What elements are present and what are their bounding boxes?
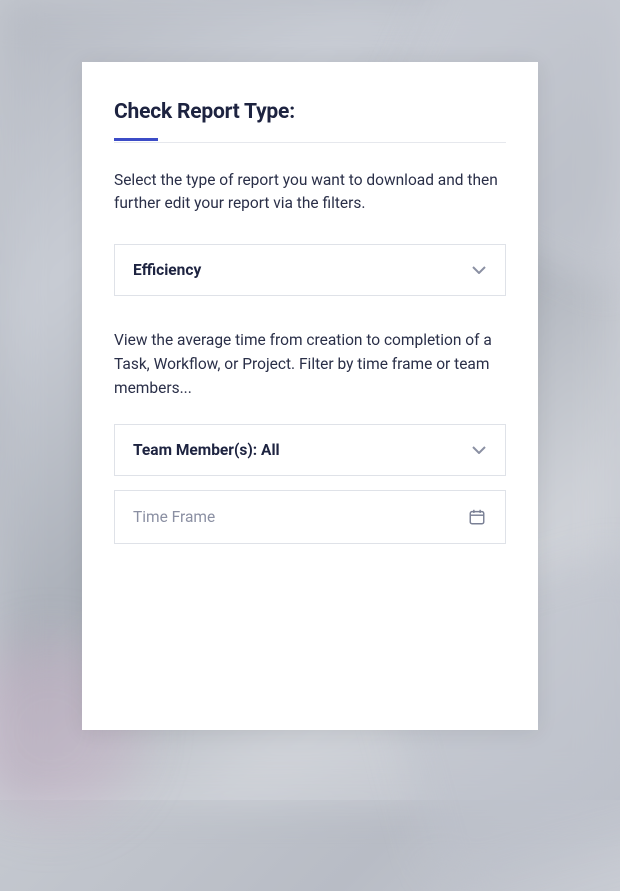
time-frame-placeholder: Time Frame — [133, 508, 215, 526]
report-card: Check Report Type: Select the type of re… — [82, 62, 538, 730]
divider — [114, 142, 506, 143]
title-underline — [114, 138, 158, 141]
report-type-select[interactable]: Efficiency — [114, 244, 506, 296]
team-member-select[interactable]: Team Member(s): All — [114, 424, 506, 476]
report-type-selected-label: Efficiency — [133, 261, 201, 279]
team-member-selected-label: Team Member(s): All — [133, 441, 280, 459]
chevron-down-icon — [471, 442, 487, 458]
calendar-icon — [467, 507, 487, 527]
time-frame-input[interactable]: Time Frame — [114, 490, 506, 544]
sub-description-text: View the average time from creation to c… — [114, 328, 506, 400]
chevron-down-icon — [471, 262, 487, 278]
card-title: Check Report Type: — [114, 100, 506, 124]
description-text: Select the type of report you want to do… — [114, 169, 506, 216]
